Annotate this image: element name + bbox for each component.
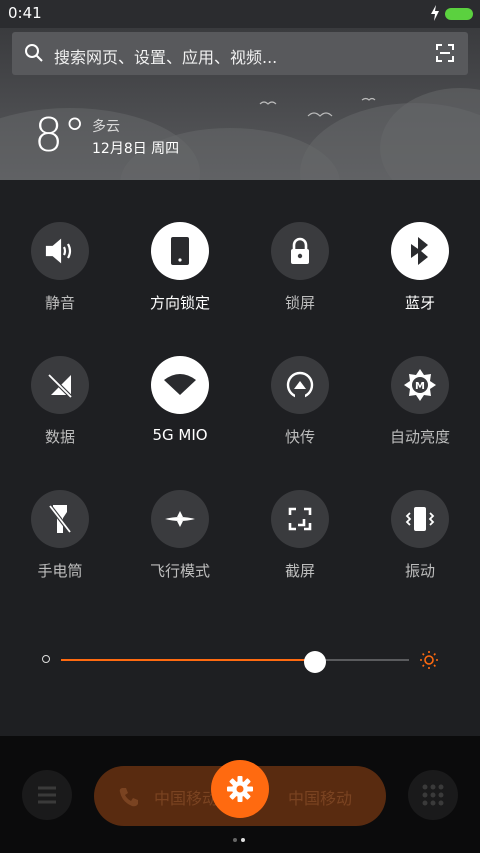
tile-data[interactable]: 数据 (0, 356, 120, 466)
battery-icon (445, 8, 473, 20)
speaker-icon (45, 238, 72, 264)
tile-wifi-button[interactable] (151, 356, 209, 414)
tile-label: 快传 (284, 428, 315, 446)
tile-flashlight[interactable]: 手电筒 (0, 490, 120, 600)
tile-quick-share-button[interactable] (271, 356, 329, 414)
tile-label: 自动亮度 (389, 428, 450, 446)
weather-condition: 多云 (92, 119, 120, 135)
birds-decoration (259, 97, 376, 117)
page-dot-active (241, 838, 245, 842)
bottom-dock: 中国移动 中国移动 (0, 736, 480, 853)
settings-button[interactable] (211, 760, 269, 818)
brightness-track[interactable] (61, 651, 409, 673)
quick-share-icon (286, 371, 314, 399)
tile-data-button[interactable] (31, 356, 89, 414)
gear-icon (227, 776, 253, 802)
page-indicator (233, 827, 249, 846)
phone-icon (171, 237, 189, 265)
tile-auto-brightness[interactable]: M 自动亮度 (360, 356, 480, 466)
tile-lock-screen-button[interactable] (271, 222, 329, 280)
page-dot (233, 838, 237, 842)
airplane-icon (165, 511, 195, 527)
tile-label: 静音 (44, 294, 75, 312)
brightness-thumb[interactable] (304, 651, 327, 673)
tile-vibrate-button[interactable] (391, 490, 449, 548)
dialpad-button[interactable] (408, 770, 458, 820)
tile-label: 数据 (44, 428, 75, 446)
tile-label: 方向锁定 (149, 294, 210, 312)
sim1-label: 中国移动 (154, 789, 219, 808)
wifi-icon (164, 374, 196, 395)
mobile-data-off-icon (47, 373, 73, 399)
screenshot-icon (288, 507, 312, 531)
tile-bluetooth-button[interactable] (391, 222, 449, 280)
tile-airplane-mode[interactable]: 飞行模式 (120, 490, 240, 600)
tile-screenshot-button[interactable] (271, 490, 329, 548)
search-icon (25, 44, 43, 62)
menu-icon (38, 786, 56, 804)
menu-button[interactable] (22, 770, 72, 820)
tile-rotation-lock-button[interactable] (151, 222, 209, 280)
dialpad-icon (422, 784, 444, 806)
sim2-label: 中国移动 (288, 789, 353, 808)
tile-label: 截屏 (284, 562, 315, 580)
brightness-slider[interactable] (34, 650, 444, 673)
svg-text:M: M (415, 381, 425, 392)
tile-label: 5G MIO (152, 426, 208, 444)
tile-lock-screen[interactable]: 锁屏 (240, 222, 360, 332)
flashlight-off-icon (48, 504, 72, 534)
tile-bluetooth[interactable]: 蓝牙 (360, 222, 480, 332)
tile-auto-brightness-button[interactable]: M (391, 356, 449, 414)
phone-call-icon (119, 788, 138, 807)
tile-wifi[interactable]: 5G MIO (120, 356, 240, 466)
vibrate-icon (405, 507, 435, 531)
status-bar: 0:41 (0, 0, 480, 28)
charging-icon (431, 5, 439, 21)
quick-settings-panel: 静音 方向锁定 锁屏 蓝牙 数据 5G MIO 快传 M 自动亮度 手电筒 飞行… (0, 180, 480, 736)
tile-label: 锁屏 (284, 294, 315, 312)
bluetooth-icon (411, 237, 428, 265)
clock: 0:41 (8, 4, 42, 22)
tile-quick-share[interactable]: 快传 (240, 356, 360, 466)
tile-label: 蓝牙 (404, 294, 435, 312)
weather-date: 12月8日 周四 (92, 141, 180, 157)
auto-brightness-icon: M (404, 369, 436, 401)
tile-vibrate[interactable]: 振动 (360, 490, 480, 600)
tile-label: 振动 (404, 562, 435, 580)
brightness-low-icon (42, 655, 50, 663)
temperature: 8° (34, 108, 87, 162)
weather-header: 搜索网页、设置、应用、视频... 8° 多云 12月8日 周四 (0, 28, 480, 180)
tile-rotation-lock[interactable]: 方向锁定 (120, 222, 240, 332)
tile-flashlight-button[interactable] (31, 490, 89, 548)
tile-mute-button[interactable] (31, 222, 89, 280)
tile-mute[interactable]: 静音 (0, 222, 120, 332)
tile-label: 手电筒 (37, 562, 83, 580)
search-bar[interactable]: 搜索网页、设置、应用、视频... (12, 32, 468, 75)
lock-icon (291, 237, 309, 264)
tile-screenshot[interactable]: 截屏 (240, 490, 360, 600)
tile-airplane-mode-button[interactable] (151, 490, 209, 548)
search-placeholder: 搜索网页、设置、应用、视频... (54, 48, 278, 67)
brightness-high-icon (420, 651, 438, 669)
brightness-fill (61, 659, 316, 661)
tile-label: 飞行模式 (149, 562, 210, 580)
scan-icon[interactable] (436, 44, 454, 62)
